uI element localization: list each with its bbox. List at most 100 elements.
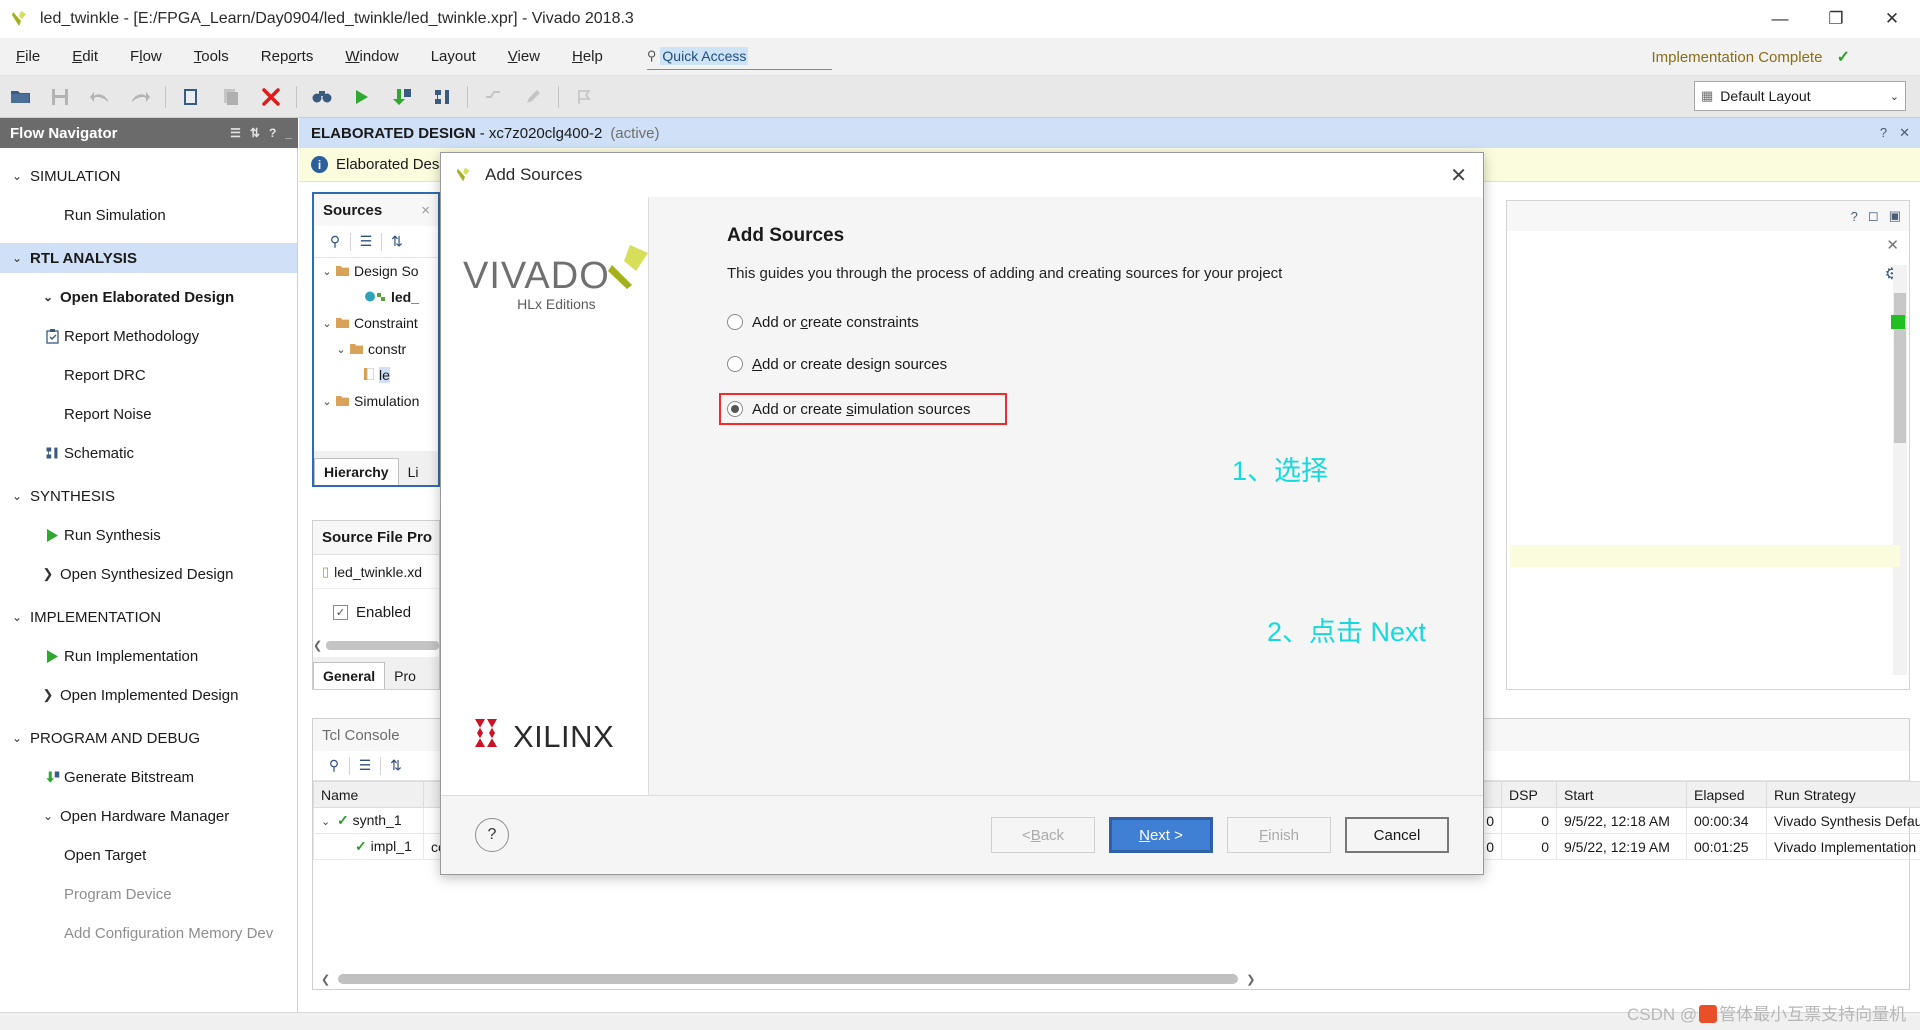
flow-item-report-drc[interactable]: Report DRC [0,360,297,390]
sources-tree-node[interactable]: led_ [314,284,438,310]
schematic-icon[interactable] [422,80,462,114]
menu-help[interactable]: Help [556,44,619,69]
close-button[interactable]: ✕ [1864,0,1920,38]
copy-icon[interactable] [171,80,211,114]
scroll-left-arrow[interactable]: ❮ [321,973,330,986]
tab-libraries[interactable]: Li [399,459,428,485]
flow-item-open-elaborated-design[interactable]: ⌄ Open Elaborated Design [0,282,297,312]
radio-add-constraints[interactable]: Add or create constraints [727,309,1483,335]
tab-general[interactable]: General [313,662,386,689]
flow-section-synthesis[interactable]: ⌄ SYNTHESIS [0,481,297,511]
menu-file[interactable]: FFileile [0,44,56,69]
radio-add-design-sources[interactable]: Add or create design sources [727,351,1483,377]
gear-icon[interactable]: ⚙ [1507,259,1909,289]
cancel-button[interactable]: Cancel [1345,817,1449,853]
save-icon[interactable] [40,80,80,114]
sources-tree-node[interactable]: le [314,362,438,388]
flow-section-program-and-debug[interactable]: ⌄ PROGRAM AND DEBUG [0,723,297,753]
flow-item-generate-bitstream[interactable]: Generate Bitstream [0,762,297,792]
runs-column-header[interactable]: Run Strategy [1766,781,1920,808]
paste-icon[interactable] [211,80,251,114]
chevron-down-icon[interactable]: ⌄ [318,317,336,330]
sort-icon[interactable]: ⇅ [250,126,260,140]
flow-item-open-implemented-design[interactable]: ❯ Open Implemented Design [0,680,297,710]
help-icon[interactable]: ? [269,126,276,140]
radio-button[interactable] [727,356,743,372]
sfp-horizontal-scrollbar[interactable]: ❮ [313,637,439,653]
run-icon[interactable] [342,80,382,114]
flow-item-schematic[interactable]: Schematic [0,438,297,468]
radio-add-simulation-sources[interactable]: Add or create simulation sources [719,393,1007,425]
enabled-checkbox[interactable]: ✓ [333,604,348,620]
dialog-close-button[interactable]: ✕ [1450,163,1467,188]
open-project-icon[interactable] [0,80,40,114]
sfp-file-row[interactable]: ▯ led_twinkle.xd [313,555,439,589]
bitstream-icon[interactable] [382,80,422,114]
sort-icon[interactable]: ⇅ [382,233,412,250]
redo-icon[interactable] [120,80,160,114]
flow-section-implementation[interactable]: ⌄ IMPLEMENTATION [0,602,297,632]
flow-item-program-device[interactable]: Program Device [0,879,297,909]
menu-window[interactable]: Window [329,44,414,69]
scrollbar-thumb[interactable] [326,640,439,650]
restore-icon[interactable]: ◻ [1868,208,1879,224]
flow-item-open-hardware-manager[interactable]: ⌄ Open Hardware Manager [0,801,297,831]
flow-item-report-methodology[interactable]: Report Methodology [0,321,297,351]
device-view-close[interactable]: ✕ [1507,231,1909,259]
menu-reports[interactable]: Reports [245,44,330,69]
sort-icon[interactable]: ⇅ [381,757,411,774]
flow-item-run-implementation[interactable]: Run Implementation [0,641,297,671]
collapse-all-icon[interactable]: ☰ [350,757,380,774]
tab-hierarchy[interactable]: Hierarchy [314,458,399,485]
flow-item-open-target[interactable]: Open Target [0,840,297,870]
sources-tree-node[interactable]: ⌄ Design So [314,258,438,284]
flow-item-add-configuration-memory-dev[interactable]: Add Configuration Memory Dev [0,918,297,948]
flow-item-run-synthesis[interactable]: Run Synthesis [0,520,297,550]
sfp-enabled-row[interactable]: ✓ Enabled [313,589,439,635]
help-icon[interactable]: ? [1880,125,1887,141]
sources-tree-node[interactable]: ⌄ Simulation [314,388,438,414]
runs-column-header[interactable]: Start [1556,781,1687,808]
sources-tree-node[interactable]: ⌄ constr [314,336,438,362]
layout-selector[interactable]: ▦ Default Layout ⌄ [1694,81,1906,111]
close-icon[interactable]: ✕ [1899,125,1910,141]
quick-access-input[interactable]: Quick Access [660,47,749,65]
scroll-left-arrow[interactable]: ❮ [313,639,322,652]
flow-section-rtl-analysis[interactable]: ⌄ RTL ANALYSIS [0,243,297,273]
close-x-icon[interactable] [251,80,291,114]
maximize-button[interactable]: ❐ [1808,0,1864,38]
search-icon[interactable]: ⚲ [319,757,349,774]
binoculars-icon[interactable] [302,80,342,114]
chevron-down-icon[interactable]: ⌄ [318,265,336,278]
tab-properties[interactable]: Pro [385,663,425,689]
runs-horizontal-scrollbar[interactable]: ❮ ❯ [321,973,1901,986]
runs-column-header[interactable]: Elapsed [1686,781,1767,808]
menu-edit[interactable]: Edit [56,44,114,69]
next-button[interactable]: Next > [1109,817,1213,853]
minimize-button[interactable]: — [1752,0,1808,38]
menu-tools[interactable]: Tools [178,44,245,69]
help-icon[interactable]: ? [1851,209,1858,224]
minimize-icon[interactable]: _ [285,126,292,140]
search-icon[interactable]: ⚲ [320,233,350,250]
close-icon[interactable]: × [421,202,430,219]
collapse-all-icon[interactable]: ☰ [351,233,381,250]
flow-section-simulation[interactable]: ⌄ SIMULATION [0,161,297,191]
flow-item-run-simulation[interactable]: Run Simulation [0,200,297,230]
chevron-down-icon[interactable]: ⌄ [318,395,336,408]
scrollbar-thumb[interactable] [338,974,1239,984]
sources-tree-node[interactable]: ⌄ Constraint [314,310,438,336]
chevron-down-icon[interactable]: ⌄ [332,343,350,356]
quick-access-box[interactable]: ⚲ Quick Access [646,44,832,70]
undo-icon[interactable] [80,80,120,114]
scroll-right-arrow[interactable]: ❯ [1246,973,1255,986]
collapse-all-icon[interactable]: ☰ [230,126,241,140]
help-button[interactable]: ? [475,818,509,852]
runs-column-header[interactable]: Name [313,781,424,808]
runs-column-header[interactable]: DSP [1501,781,1557,808]
flow-item-open-synthesized-design[interactable]: ❯ Open Synthesized Design [0,559,297,589]
radio-button[interactable] [727,401,743,417]
menu-view[interactable]: View [492,44,556,69]
menu-flow[interactable]: Flow [114,44,178,69]
menu-layout[interactable]: Layout [415,44,492,69]
